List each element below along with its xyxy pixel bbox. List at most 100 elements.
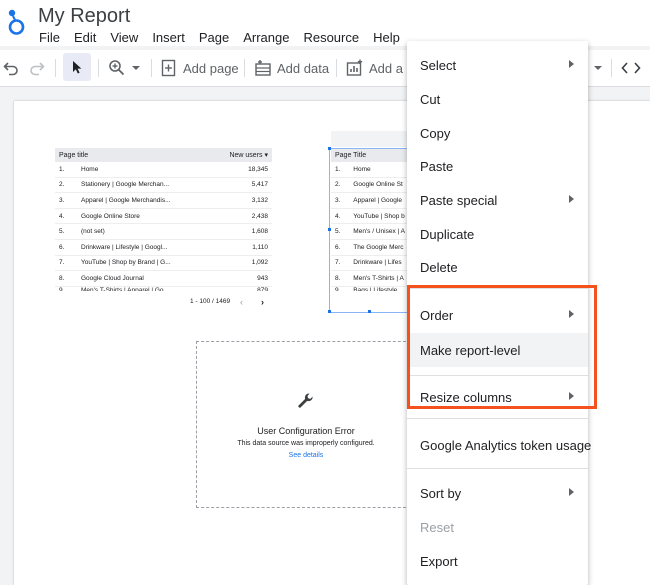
menu-item-label: Delete [420, 260, 458, 275]
error-chart-card[interactable]: User Configuration Error This data sourc… [196, 341, 416, 508]
menu-item-select[interactable]: Select [407, 50, 588, 80]
menu-help[interactable]: Help [373, 30, 400, 45]
cell-new-users: 3,132 [209, 192, 272, 209]
menu-item-copy[interactable]: Copy [407, 118, 588, 148]
cursor-arrow-icon [73, 61, 82, 74]
menu-item-label: Export [420, 554, 458, 569]
redo-button[interactable] [29, 50, 45, 86]
add-chart-button[interactable]: Add a c [346, 50, 413, 86]
resize-handle[interactable] [328, 147, 331, 150]
menu-item-paste[interactable]: Paste [407, 151, 588, 181]
looker-studio-logo-icon [8, 9, 25, 35]
menu-arrange[interactable]: Arrange [243, 30, 289, 45]
menu-file[interactable]: File [39, 30, 60, 45]
table-row[interactable]: 8. Google Cloud Journal 943 [55, 270, 272, 287]
menu-item-sort-by[interactable]: Sort by [407, 478, 588, 508]
cell-new-users: 1,608 [209, 223, 272, 240]
table-row[interactable]: 3. Apparel | Google Merchandis... 3,132 [55, 192, 272, 209]
menu-item-label: Select [420, 58, 457, 73]
resize-handle[interactable] [328, 310, 331, 313]
table-row[interactable]: 5. (not set) 1,608 [55, 223, 272, 240]
resize-handle[interactable] [368, 310, 371, 313]
cell-new-users: 2,438 [209, 208, 272, 225]
cell-new-users: 1,092 [209, 255, 272, 272]
menu-item-reset: Reset [407, 512, 588, 542]
submenu-arrow-icon [569, 60, 574, 68]
toolbar-divider [98, 59, 99, 77]
row-index: 3. [55, 192, 77, 209]
menu-insert[interactable]: Insert [152, 30, 185, 45]
cell-new-users: 18,345 [209, 162, 272, 178]
menu-item-ga-token-usage[interactable]: Google Analytics token usage [407, 430, 592, 460]
cell-page-title: Home [77, 162, 210, 178]
highlight-annotation-box [407, 285, 597, 409]
zoom-button[interactable] [108, 50, 143, 86]
menu-page[interactable]: Page [199, 30, 229, 45]
menu-resource[interactable]: Resource [303, 30, 359, 45]
cell-page-title: Drinkware | Lifestyle | Googl... [77, 239, 210, 256]
more-caret-button[interactable] [592, 50, 604, 86]
add-data-label: Add data [277, 60, 330, 76]
row-index: 8. [55, 270, 77, 287]
table-row[interactable]: 6. Drinkware | Lifestyle | Googl... 1,110 [55, 239, 272, 256]
report-title[interactable]: My Report [38, 5, 130, 28]
add-chart-icon [346, 59, 363, 76]
toolbar-divider [55, 59, 56, 77]
embed-code-button[interactable] [621, 50, 641, 86]
add-data-button[interactable]: Add data [254, 50, 329, 86]
code-brackets-icon [621, 62, 641, 74]
menu-item-delete[interactable]: Delete [407, 252, 588, 282]
add-page-button[interactable]: Add page [161, 50, 239, 86]
error-title: User Configuration Error [257, 426, 355, 436]
resize-handle[interactable] [328, 228, 331, 231]
error-message: This data source was improperly configur… [237, 440, 375, 447]
cell-new-users: 5,417 [209, 177, 272, 194]
cell-page-title: (not set) [77, 223, 210, 240]
menu-item-export[interactable]: Export [407, 546, 588, 576]
chart-header-area [331, 131, 409, 147]
cell-page-title: Google Cloud Journal [77, 270, 210, 287]
menu-item-label: Google Analytics token usage [420, 438, 592, 453]
menu-item-label: Paste [420, 159, 454, 174]
undo-button[interactable] [3, 50, 19, 86]
menu-item-paste-special[interactable]: Paste special [407, 185, 588, 215]
add-page-label: Add page [183, 60, 239, 76]
menu-edit[interactable]: Edit [74, 30, 96, 45]
row-index: 4. [55, 208, 77, 225]
menu-item-cut[interactable]: Cut [407, 84, 588, 114]
selection-frame[interactable] [329, 148, 411, 313]
prev-page-icon[interactable]: ‹ [240, 297, 243, 307]
next-page-icon[interactable]: › [261, 297, 264, 307]
menu-item-duplicate[interactable]: Duplicate [407, 219, 588, 249]
cell-page-title: Google Online Store [77, 208, 210, 225]
toolbar-divider [244, 59, 245, 77]
table-row[interactable]: 4. Google Online Store 2,438 [55, 208, 272, 225]
menu-divider [407, 468, 588, 469]
menu-bar: File Edit View Insert Page Arrange Resource Hel… [39, 30, 414, 45]
table-row[interactable]: 1. Home 18,345 [55, 162, 272, 178]
menu-item-label: Sort by [420, 486, 462, 501]
column-header-page-title[interactable]: Page title [55, 148, 210, 162]
data-table-page-title-new-users[interactable]: Page title New users ▾ 1. Home 18,345 2. St… [55, 148, 272, 295]
table-row[interactable]: 2. Stationery | Google Merchan... 5,417 [55, 177, 272, 194]
app-header: My Report File Edit View Insert Page Arrange R… [0, 0, 650, 46]
table-row[interactable]: 7. YouTube | Shop by Brand | G... 1,092 [55, 255, 272, 272]
undo-icon [3, 62, 18, 76]
menu-divider [407, 418, 588, 419]
menu-view[interactable]: View [110, 30, 138, 45]
add-page-icon [161, 59, 176, 77]
row-index: 6. [55, 239, 77, 256]
submenu-arrow-icon [569, 195, 574, 203]
caret-down-icon [594, 66, 602, 70]
toolbar-divider [611, 59, 612, 77]
row-index: 7. [55, 255, 77, 272]
row-index: 1. [55, 162, 77, 178]
cell-page-title: Apparel | Google Merchandis... [77, 192, 210, 209]
select-tool-button[interactable] [63, 53, 91, 81]
toolbar-divider [336, 59, 337, 77]
zoom-in-icon [109, 60, 125, 76]
wrench-icon [298, 393, 313, 408]
menu-item-label: Cut [420, 92, 441, 107]
see-details-link[interactable]: See details [197, 452, 415, 459]
column-header-new-users[interactable]: New users ▾ [209, 148, 272, 162]
